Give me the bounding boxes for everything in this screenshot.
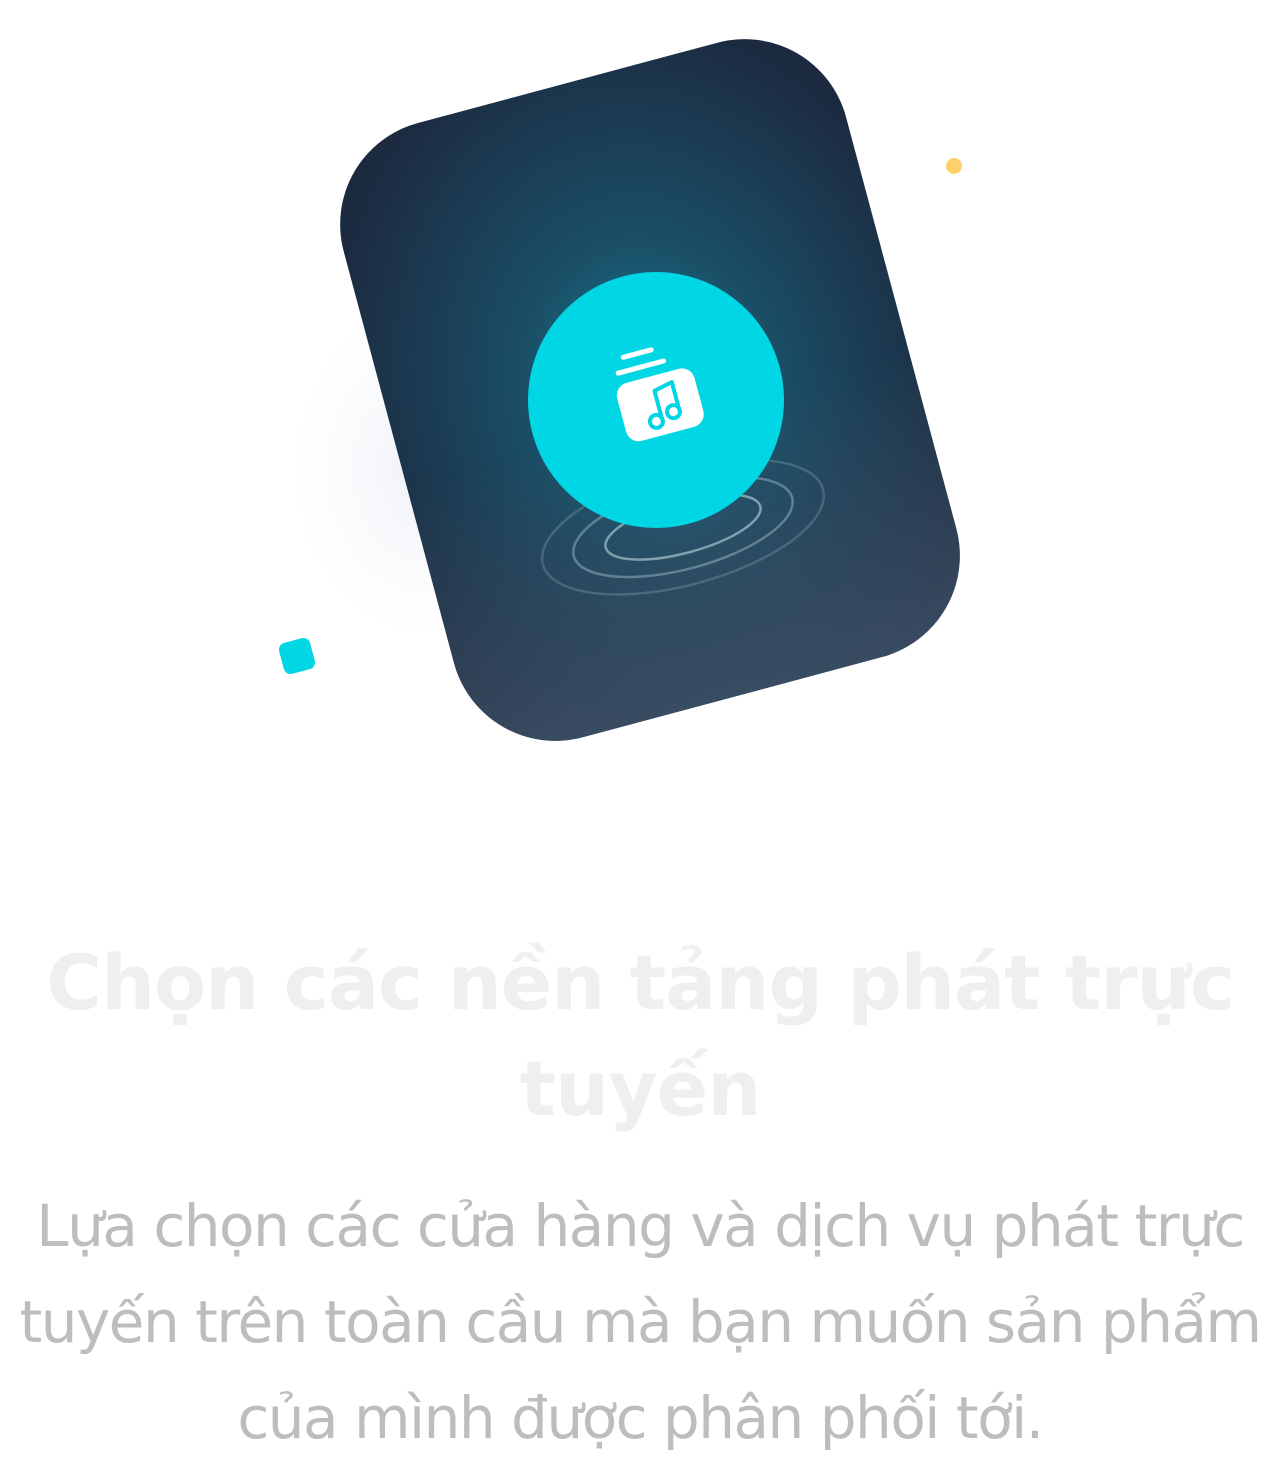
yellow-dot — [946, 158, 962, 174]
illustration-svg — [278, 39, 962, 741]
feature-slide: Chọn các nền tảng phát trực tuyến Lựa ch… — [0, 0, 1280, 1457]
feature-illustration — [0, 0, 1280, 800]
cyan-square — [278, 637, 316, 675]
feature-description: Lựa chọn các cửa hàng và dịch vụ phát tr… — [19, 1192, 1262, 1452]
feature-title: Chọn các nền tảng phát trực tuyến — [46, 938, 1235, 1133]
